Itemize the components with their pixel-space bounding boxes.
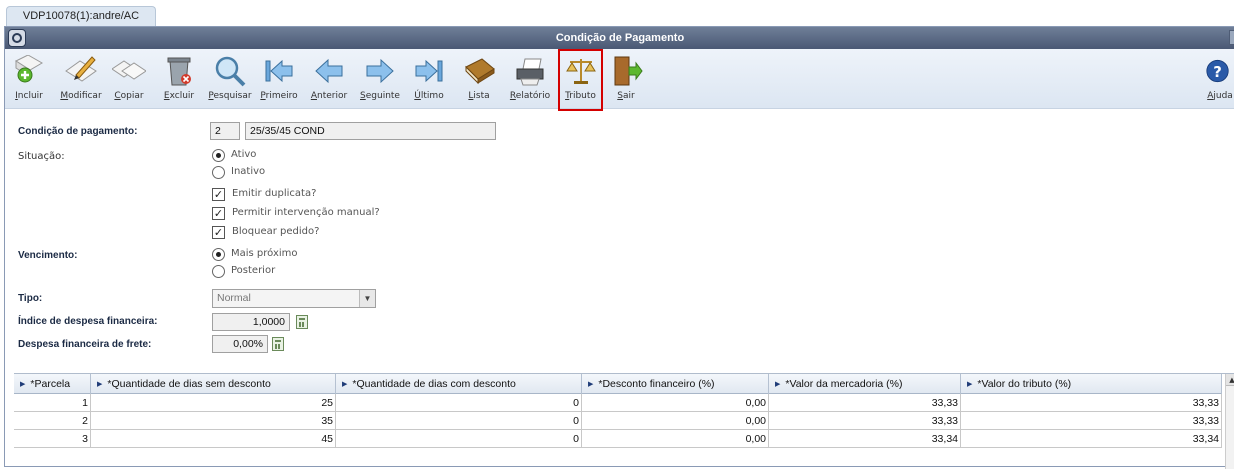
- printer-icon: [516, 58, 544, 86]
- condicao-desc-field[interactable]: 25/35/45 COND: [245, 122, 496, 140]
- calculator-icon[interactable]: [296, 315, 308, 329]
- permitir-intervencao-checkbox[interactable]: ✓: [212, 207, 225, 220]
- situacao-label: Situação:: [18, 151, 65, 162]
- condicao-code-field[interactable]: 2: [210, 122, 240, 140]
- table-cell[interactable]: 33,33: [961, 394, 1222, 412]
- relatorio-button[interactable]: Relatório: [507, 49, 553, 109]
- help-icon: ?: [1206, 59, 1229, 83]
- tab-program[interactable]: VDP10078(1):andre/AC: [6, 6, 156, 26]
- chevron-down-icon[interactable]: ▼: [359, 290, 375, 307]
- vencimento-posterior-radio[interactable]: [212, 265, 225, 278]
- previous-record-icon: [315, 58, 343, 84]
- next-record-icon: [366, 58, 394, 84]
- situacao-inativo-radio[interactable]: [212, 166, 225, 179]
- window-title: Condição de Pagamento: [555, 32, 685, 44]
- col-header-valor-tributo[interactable]: *Valor do tributo (%): [961, 374, 1222, 394]
- table-row[interactable]: 1 25 0 0,00 33,33 33,33: [14, 394, 1222, 412]
- table-cell[interactable]: 33,33: [769, 412, 961, 430]
- frete-field[interactable]: 0,00%: [212, 335, 268, 353]
- permitir-intervencao-label: Permitir intervenção manual?: [232, 207, 380, 218]
- window-control-button[interactable]: [1229, 30, 1234, 45]
- tipo-select[interactable]: Normal ▼: [212, 289, 376, 308]
- tipo-select-value: Normal: [217, 292, 251, 304]
- pesquisar-button[interactable]: Pesquisar: [207, 49, 253, 109]
- table-cell[interactable]: 33,33: [769, 394, 961, 412]
- col-header-dias-com-desconto[interactable]: *Quantidade de dias com desconto: [336, 374, 582, 394]
- bloquear-pedido-checkbox[interactable]: ✓: [212, 226, 225, 239]
- tributo-highlight-box: [558, 49, 603, 111]
- toolbar: Incluir Modificar Copiar Excluir Pesquis…: [5, 49, 1234, 111]
- vencimento-posterior-label: Posterior: [231, 265, 276, 276]
- ultimo-button[interactable]: Último: [409, 49, 449, 109]
- search-icon: [215, 56, 246, 87]
- table-cell[interactable]: 25: [91, 394, 336, 412]
- seguinte-button[interactable]: Seguinte: [358, 49, 402, 109]
- table-cell[interactable]: 0: [336, 430, 582, 448]
- indice-field[interactable]: 1,0000: [212, 313, 290, 331]
- book-list-icon: [465, 58, 495, 85]
- table-row[interactable]: 3 45 0 0,00 33,34 33,34: [14, 430, 1222, 448]
- sair-button[interactable]: Sair: [609, 49, 643, 109]
- table-row[interactable]: 2 35 0 0,00 33,33 33,33: [14, 412, 1222, 430]
- table-cell[interactable]: 0,00: [582, 430, 769, 448]
- table-cell[interactable]: 45: [91, 430, 336, 448]
- condicao-label: Condição de pagamento:: [18, 126, 138, 137]
- add-document-icon: [14, 55, 43, 83]
- situacao-inativo-label: Inativo: [231, 166, 266, 177]
- copy-icon: [112, 60, 146, 80]
- vertical-scrollbar[interactable]: ▲: [1225, 374, 1234, 469]
- col-header-dias-sem-desconto[interactable]: *Quantidade de dias sem desconto: [91, 374, 336, 394]
- table-cell[interactable]: 0,00: [582, 412, 769, 430]
- emitir-duplicata-checkbox[interactable]: ✓: [212, 188, 225, 201]
- last-record-icon: [415, 59, 443, 83]
- first-record-icon: [265, 59, 293, 83]
- frete-label: Despesa financeira de frete:: [18, 339, 152, 350]
- table-cell[interactable]: 33,33: [961, 412, 1222, 430]
- table-cell[interactable]: 3: [14, 430, 91, 448]
- table-cell[interactable]: 0: [336, 394, 582, 412]
- modificar-button[interactable]: Modificar: [57, 49, 105, 109]
- anterior-button[interactable]: Anterior: [307, 49, 351, 109]
- situacao-ativo-radio[interactable]: [212, 149, 225, 162]
- table-cell[interactable]: 33,34: [961, 430, 1222, 448]
- program-window: Condição de Pagamento Incluir Modificar …: [4, 26, 1234, 469]
- tipo-label: Tipo:: [18, 293, 43, 304]
- indice-label: Índice de despesa financeira:: [18, 316, 158, 327]
- table-cell[interactable]: 35: [91, 412, 336, 430]
- calculator-icon[interactable]: [272, 337, 284, 351]
- primeiro-button[interactable]: Primeiro: [257, 49, 301, 109]
- copiar-button[interactable]: Copiar: [109, 49, 149, 109]
- grid-header: *Parcela *Quantidade de dias sem descont…: [14, 374, 1222, 394]
- table-cell[interactable]: 2: [14, 412, 91, 430]
- col-header-desconto-financeiro[interactable]: *Desconto financeiro (%): [582, 374, 769, 394]
- scroll-up-icon[interactable]: ▲: [1226, 374, 1234, 386]
- bloquear-pedido-label: Bloquear pedido?: [232, 226, 320, 237]
- col-header-valor-mercadoria[interactable]: *Valor da mercadoria (%): [769, 374, 961, 394]
- table-cell[interactable]: 0,00: [582, 394, 769, 412]
- table-cell[interactable]: 33,34: [769, 430, 961, 448]
- trash-icon: [167, 57, 191, 86]
- emitir-duplicata-label: Emitir duplicata?: [232, 188, 317, 199]
- incluir-button[interactable]: Incluir: [9, 49, 49, 109]
- parcelas-grid: *Parcela *Quantidade de dias sem descont…: [14, 373, 1234, 469]
- exit-door-icon: [614, 56, 643, 86]
- vencimento-mais-proximo-label: Mais próximo: [231, 248, 298, 259]
- tab-bar: VDP10078(1):andre/AC: [0, 0, 1234, 26]
- col-header-parcela[interactable]: *Parcela: [14, 374, 91, 394]
- vencimento-label: Vencimento:: [18, 250, 78, 261]
- excluir-button[interactable]: Excluir: [159, 49, 199, 109]
- situacao-ativo-label: Ativo: [231, 149, 257, 160]
- app-logo-icon[interactable]: [8, 29, 26, 47]
- lista-button[interactable]: Lista: [459, 49, 499, 109]
- ajuda-button[interactable]: ? Ajuda: [1205, 49, 1234, 109]
- edit-document-icon: [65, 56, 97, 82]
- table-cell[interactable]: 0: [336, 412, 582, 430]
- form-area: Condição de pagamento: 2 25/35/45 COND S…: [5, 110, 1234, 372]
- svg-text:?: ?: [1213, 64, 1222, 81]
- table-cell[interactable]: 1: [14, 394, 91, 412]
- title-bar: Condição de Pagamento: [5, 27, 1234, 49]
- vencimento-mais-proximo-radio[interactable]: [212, 248, 225, 261]
